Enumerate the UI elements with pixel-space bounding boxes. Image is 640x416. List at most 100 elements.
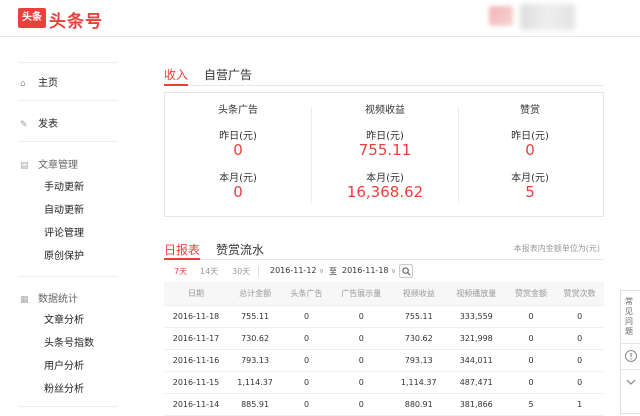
table-cell: 0 — [555, 349, 604, 372]
floating-help-panel: 常见问题 — [620, 290, 640, 414]
top-bar: 头条 头条号 — [0, 0, 640, 37]
table-cell: 1,114.37 — [228, 371, 283, 394]
table-cell: 5 — [506, 393, 556, 416]
list-icon: ▤ — [20, 161, 29, 171]
sidebar-item-manual-update[interactable]: 手动更新 — [44, 178, 84, 193]
sidebar-item-publish[interactable]: ✎ 发表 — [20, 115, 58, 130]
sidebar-item-original[interactable]: 原创保护 — [44, 247, 84, 262]
sidebar-item-article-analysis[interactable]: 文章分析 — [44, 311, 84, 326]
column-header: 头条广告 — [282, 282, 331, 306]
sidebar-section-label: 文章管理 — [38, 160, 78, 171]
search-button[interactable] — [399, 264, 413, 278]
column-header: 广告展示量 — [330, 282, 392, 306]
table-row: 2016-11-16 793.13 0 0 793.13 344,011 0 0 — [164, 349, 604, 372]
table-cell: 381,866 — [445, 393, 507, 416]
month-value: 16,368.62 — [346, 183, 424, 201]
daily-report-table: 日期 总计金额 头条广告 广告展示量 视频收益 视频播放量 赞赏金额 赞赏次数 … — [164, 282, 604, 416]
yesterday-value: 0 — [233, 141, 243, 159]
sidebar-divider — [18, 62, 118, 63]
blurred-avatar[interactable] — [489, 6, 513, 26]
yesterday-value: 0 — [525, 141, 535, 159]
table-cell: 0 — [506, 327, 556, 350]
sidebar-item-fan-analysis[interactable]: 粉丝分析 — [44, 380, 84, 395]
sidebar-section-article: ▤ 文章管理 — [20, 156, 78, 171]
faq-link[interactable]: 常见问题 — [625, 297, 637, 337]
range-7-days[interactable]: 7天 — [174, 266, 187, 277]
sidebar-section-stats: ▦ 数据统计 — [20, 290, 78, 305]
column-header: 视频收益 — [391, 282, 446, 306]
expand-icon[interactable] — [624, 375, 638, 389]
table-cell: 793.13 — [391, 349, 446, 372]
table-cell: 0 — [282, 305, 331, 328]
sidebar-item-index[interactable]: 头条号指数 — [44, 334, 94, 349]
logo-text[interactable]: 头条号 — [49, 7, 103, 32]
sidebar-item-auto-update[interactable]: 自动更新 — [44, 201, 84, 216]
end-date-select[interactable]: 2016-11-18 ∨ — [342, 266, 396, 275]
month-label: 本月(元) — [219, 173, 257, 184]
sidebar-item-user-analysis[interactable]: 用户分析 — [44, 357, 84, 372]
tab-income[interactable]: 收入 — [164, 66, 188, 83]
table-cell: 344,011 — [445, 349, 507, 372]
table-cell: 885.91 — [228, 393, 283, 416]
sidebar-item-comments[interactable]: 评论管理 — [44, 224, 84, 239]
blurred-username[interactable] — [520, 4, 575, 30]
stats-icon: ▦ — [20, 295, 29, 305]
tab-tips-flow[interactable]: 赞赏流水 — [216, 241, 264, 258]
month-value: 0 — [233, 183, 243, 201]
table-cell: 2016-11-17 — [164, 327, 228, 350]
yesterday-label: 昨日(元) — [366, 131, 404, 142]
income-title: 视频收益 — [365, 105, 405, 116]
table-cell: 0 — [555, 305, 604, 328]
tab-daily-report[interactable]: 日报表 — [164, 241, 200, 258]
yesterday-value: 755.11 — [358, 141, 412, 159]
table-row: 2016-11-15 1,114.37 0 0 1,114.37 487,471… — [164, 371, 604, 394]
panel-divider — [621, 369, 640, 370]
panel-divider — [621, 343, 640, 344]
table-cell: 333,559 — [445, 305, 507, 328]
table-header-row: 日期 总计金额 头条广告 广告展示量 视频收益 视频播放量 赞赏金额 赞赏次数 — [164, 282, 604, 306]
table-cell: 730.62 — [391, 327, 446, 350]
table-cell: 0 — [282, 349, 331, 372]
table-cell: 2016-11-14 — [164, 393, 228, 416]
yesterday-label: 昨日(元) — [219, 131, 257, 142]
sidebar-divider — [18, 406, 118, 407]
column-header: 视频播放量 — [445, 282, 507, 306]
table-cell: 0 — [506, 305, 556, 328]
month-label: 本月(元) — [366, 173, 404, 184]
range-14-days[interactable]: 14天 — [200, 266, 218, 277]
sidebar-section-label: 数据统计 — [38, 294, 78, 305]
tab-self-ads[interactable]: 自营广告 — [204, 66, 252, 83]
table-cell: 0 — [282, 393, 331, 416]
table-cell: 0 — [330, 349, 392, 372]
column-header: 赞赏金额 — [506, 282, 556, 306]
info-icon[interactable] — [624, 349, 638, 363]
sidebar-item-label: 主页 — [38, 78, 58, 89]
month-value: 5 — [525, 183, 535, 201]
sidebar-item-home[interactable]: ⌂ 主页 — [20, 74, 58, 89]
table-cell: 0 — [555, 371, 604, 394]
end-date-value: 2016-11-18 — [342, 266, 389, 275]
start-date-select[interactable]: 2016-11-12 ∨ — [270, 266, 324, 275]
yesterday-label: 昨日(元) — [511, 131, 549, 142]
table-cell: 0 — [330, 393, 392, 416]
chevron-down-icon: ∨ — [391, 267, 397, 275]
sidebar-divider — [18, 141, 118, 142]
column-header: 总计金额 — [228, 282, 283, 306]
table-cell: 730.62 — [228, 327, 283, 350]
unit-note: 本报表内金额单位为(元) — [513, 244, 600, 253]
table-cell: 755.11 — [228, 305, 283, 328]
range-30-days[interactable]: 30天 — [232, 266, 250, 277]
active-tab-indicator — [164, 258, 200, 260]
column-header: 日期 — [164, 282, 228, 306]
table-cell: 0 — [330, 305, 392, 328]
income-tabs: 收入 自营广告 — [164, 60, 604, 86]
table-cell: 0 — [330, 371, 392, 394]
table-cell: 0 — [506, 349, 556, 372]
income-card-video: 视频收益 昨日(元) 755.11 本月(元) 16,368.62 — [312, 93, 458, 216]
logo-badge[interactable]: 头条 — [18, 8, 46, 28]
date-range-to: 至 — [329, 267, 337, 276]
search-icon — [402, 267, 411, 276]
table-cell: 0 — [330, 327, 392, 350]
chevron-down-icon: ∨ — [319, 267, 325, 275]
table-cell: 2016-11-16 — [164, 349, 228, 372]
